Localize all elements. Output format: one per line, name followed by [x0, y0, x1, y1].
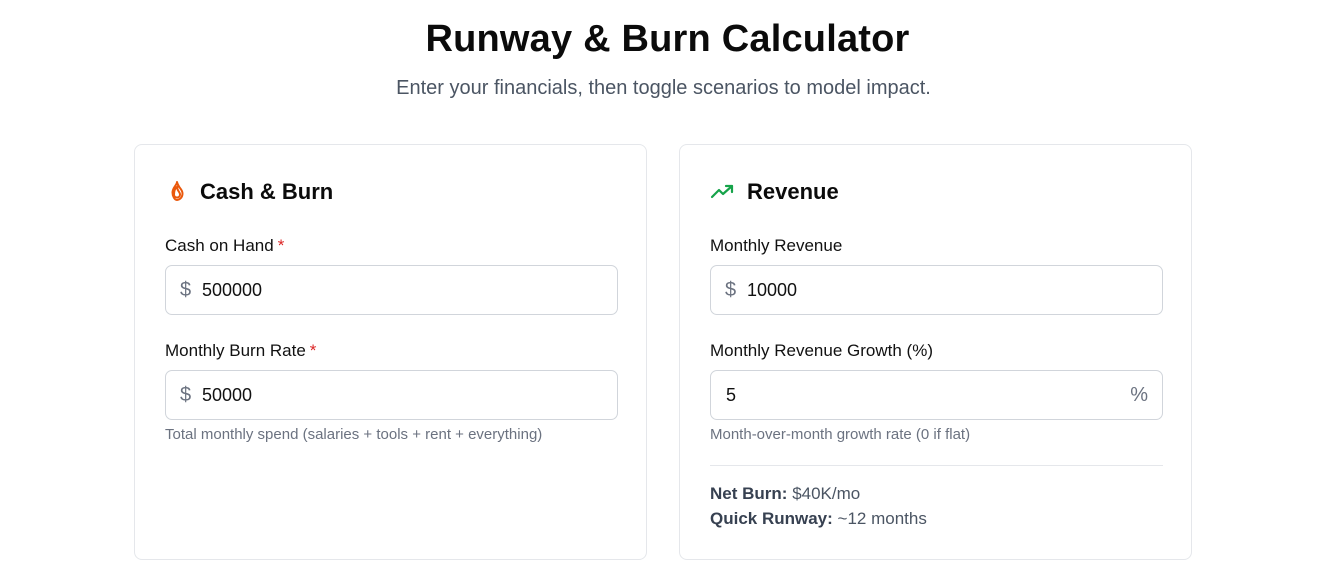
revenue-growth-help: Month-over-month growth rate (0 if flat) — [710, 426, 971, 443]
monthly-burn-input[interactable] — [202, 384, 617, 406]
flame-icon — [165, 179, 189, 205]
quick-runway-value: ~12 months — [837, 509, 927, 528]
percent-suffix: % — [1130, 383, 1148, 406]
dollar-prefix: $ — [180, 383, 192, 406]
summary-divider — [710, 465, 1163, 466]
quick-runway-label: Quick Runway: — [710, 509, 833, 528]
cash-burn-title: Cash & Burn — [200, 179, 334, 204]
required-mark: * — [309, 341, 317, 360]
monthly-burn-label: Monthly Burn Rate * — [165, 341, 316, 361]
net-burn-label: Net Burn: — [710, 484, 788, 503]
monthly-revenue-input[interactable] — [747, 279, 1162, 301]
cash-on-hand-field[interactable]: $ — [165, 265, 618, 315]
net-burn-value: $40K/mo — [792, 484, 861, 503]
monthly-burn-help: Total monthly spend (salaries + tools + … — [165, 426, 543, 443]
revenue-growth-field[interactable]: % — [710, 370, 1163, 420]
monthly-burn-label-text: Monthly Burn Rate — [165, 341, 306, 360]
cash-burn-card: Cash & Burn Cash on Hand* $ Monthly Burn… — [134, 144, 647, 560]
cash-burn-header: Cash & Burn — [165, 179, 333, 205]
cash-on-hand-input[interactable] — [202, 279, 617, 301]
revenue-card: Revenue Monthly Revenue $ Monthly Revenu… — [679, 144, 1192, 560]
net-burn-summary: Net Burn: $40K/mo — [710, 484, 860, 504]
page-subtitle: Enter your financials, then toggle scena… — [396, 77, 931, 99]
dollar-prefix: $ — [180, 278, 192, 301]
revenue-growth-input[interactable] — [726, 384, 1131, 406]
monthly-revenue-field[interactable]: $ — [710, 265, 1163, 315]
revenue-growth-label: Monthly Revenue Growth (%) — [710, 341, 933, 360]
revenue-header: Revenue — [710, 179, 839, 205]
quick-runway-summary: Quick Runway: ~12 months — [710, 509, 927, 529]
required-mark: * — [277, 236, 285, 255]
dollar-prefix: $ — [725, 278, 737, 301]
cash-on-hand-label: Cash on Hand * — [165, 236, 284, 256]
monthly-burn-field[interactable]: $ — [165, 370, 618, 420]
trending-up-icon — [710, 180, 736, 204]
page-title: Runway & Burn Calculator — [425, 18, 910, 60]
calculator-page: Runway & Burn Calculator Enter your fina… — [0, 0, 1335, 584]
monthly-revenue-label: Monthly Revenue — [710, 236, 843, 255]
revenue-title: Revenue — [747, 179, 839, 204]
cash-on-hand-label-text: Cash on Hand — [165, 236, 274, 255]
